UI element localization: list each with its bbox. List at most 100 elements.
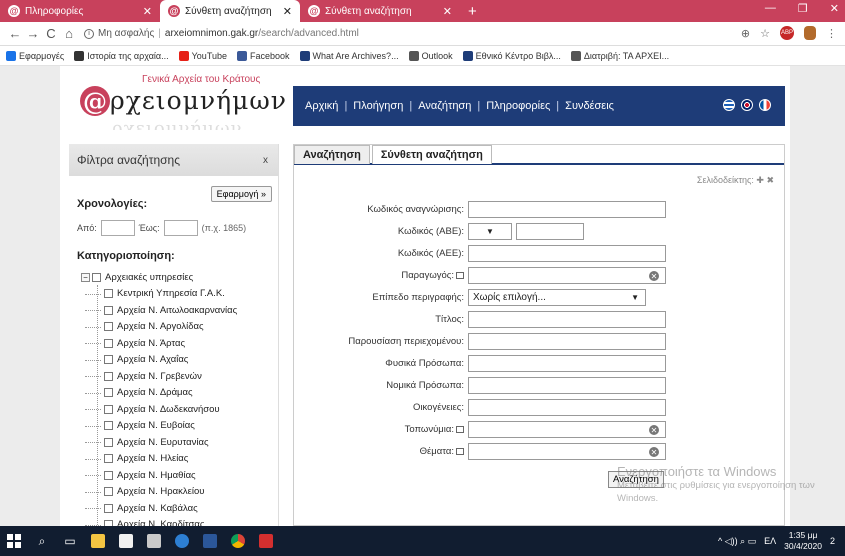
tree-item[interactable]: Κεντρική Υπηρεσία Γ.Α.Κ. [81,286,277,303]
aee-code-input[interactable] [468,245,666,262]
maximize-icon[interactable]: ❐ [798,2,808,15]
checkbox[interactable] [104,355,113,365]
scope-input[interactable] [468,333,666,350]
store-icon[interactable] [112,526,140,556]
tree-root[interactable]: − Αρχειακές υπηρεσίες [81,269,277,286]
tab-simple-search[interactable]: Αναζήτηση [294,145,370,164]
nav-item-3[interactable]: Πληροφορίες [486,100,550,112]
new-tab-button[interactable]: + [460,0,485,22]
clock[interactable]: 1:35 μμ 30/4/2020 [784,530,822,552]
file-explorer-icon[interactable] [84,526,112,556]
minimize-icon[interactable]: — [765,2,776,15]
families-input[interactable] [468,399,666,416]
bookmark-item[interactable]: What Are Archives?... [299,50,399,61]
collapse-icon[interactable]: − [81,272,90,282]
checkbox[interactable] [104,289,113,299]
clear-icon[interactable]: ✕ [649,425,659,435]
level-select[interactable]: Χωρίς επιλογή... ▼ [468,289,646,306]
edge-icon[interactable] [168,526,196,556]
tray-icons[interactable]: ^ ◁)) ⌕ ▭ [718,536,756,547]
id-code-input[interactable] [468,201,666,218]
tab-advanced-search[interactable]: Σύνθετη αναζήτηση [371,145,492,164]
subjects-input[interactable]: ✕ [468,443,666,460]
bookmark-item[interactable]: YouTube [178,50,227,61]
tree-item[interactable]: Αρχεία Ν. Ηλείας [81,451,277,468]
home-icon[interactable]: ⌂ [60,26,78,41]
clear-icon[interactable]: ✕ [649,271,659,281]
to-year-input[interactable] [163,220,198,236]
language-indicator[interactable]: ΕΛ [764,536,776,546]
checkbox[interactable] [104,503,113,513]
pdf-reader-icon[interactable] [252,526,280,556]
profile-avatar-icon[interactable] [804,26,816,40]
abe-code-input[interactable] [516,223,584,240]
external-window-icon[interactable] [456,448,464,455]
forward-icon[interactable]: → [24,26,42,41]
nav-item-1[interactable]: Πλοήγηση [353,100,403,112]
nav-item-4[interactable]: Συνδέσεις [565,100,614,112]
menu-icon[interactable]: ⋮ [826,27,837,40]
french-flag-icon[interactable] [759,99,771,111]
tree-item[interactable]: Αρχεία Ν. Ημαθίας [81,467,277,484]
omnibox[interactable]: i Μη ασφαλής | arxeiomnimon.gak.gr/searc… [84,25,359,43]
checkbox[interactable] [104,421,113,431]
tree-item[interactable]: Αρχεία Ν. Καβάλας [81,500,277,517]
checkbox[interactable] [104,338,113,348]
info-icon[interactable]: i [84,28,94,39]
checkbox[interactable] [104,305,113,315]
tree-item[interactable]: Αρχεία Ν. Ευβοίας [81,418,277,435]
external-window-icon[interactable] [456,426,464,433]
checkbox[interactable] [104,404,113,414]
tree-item[interactable]: Αρχεία Ν. Γρεβενών [81,368,277,385]
chrome-icon[interactable] [224,526,252,556]
close-filters-icon[interactable]: x [263,155,268,166]
greek-flag-icon[interactable] [723,99,735,111]
checkbox[interactable] [104,470,113,480]
reload-icon[interactable]: C [42,26,60,41]
bookmark-item[interactable]: Outlook [408,50,453,61]
task-view-icon[interactable]: ▭ [56,526,84,556]
browser-tab-advanced-search-2[interactable]: @ Σύνθετη αναζήτηση ✕ [300,0,460,22]
tree-item[interactable]: Αρχεία Ν. Αχαΐας [81,352,277,369]
abe-code-select[interactable]: ▼ [468,223,512,240]
checkbox[interactable] [104,388,113,398]
bookmark-item[interactable]: Εθνικό Κέντρο Βιβλ... [462,50,561,61]
notifications-icon[interactable]: 2 [830,536,835,546]
persons-input[interactable] [468,355,666,372]
legal-entities-input[interactable] [468,377,666,394]
site-logo[interactable]: Γενικά Αρχεία του Κράτους @ ρχειομνήμων … [70,68,290,134]
tree-item[interactable]: Αρχεία Ν. Αργολίδας [81,319,277,336]
checkbox[interactable] [104,322,113,332]
checkbox[interactable] [104,371,113,381]
from-year-input[interactable] [100,220,135,236]
bookmark-item[interactable]: Facebook [237,50,290,61]
checkbox[interactable] [104,454,113,464]
word-icon[interactable] [196,526,224,556]
bookmark-item[interactable]: Ιστορία της αρχαία... [74,50,169,61]
checkbox[interactable] [92,272,101,282]
close-tab-icon[interactable]: ✕ [443,5,452,18]
windows-start-icon[interactable] [0,526,28,556]
tree-item[interactable]: Αρχεία Ν. Δωδεκανήσου [81,401,277,418]
browser-tab-advanced-search[interactable]: @ Σύνθετη αναζήτηση ✕ [160,0,300,22]
checkbox[interactable] [104,487,113,497]
back-icon[interactable]: ← [6,26,24,41]
mail-app-icon[interactable] [140,526,168,556]
producer-input[interactable]: ✕ [468,267,666,284]
tree-item[interactable]: Αρχεία Ν. Δράμας [81,385,277,402]
title-input[interactable] [468,311,666,328]
close-window-icon[interactable]: ✕ [830,2,839,15]
bookmark-item[interactable]: Εφαρμογές [6,50,64,61]
close-tab-icon[interactable]: ✕ [143,5,152,18]
tree-item[interactable]: Αρχεία Ν. Άρτας [81,335,277,352]
checkbox[interactable] [104,437,113,447]
tree-item[interactable]: Αρχεία Ν. Αιτωλοακαρνανίας [81,302,277,319]
places-input[interactable]: ✕ [468,421,666,438]
external-window-icon[interactable] [456,272,464,279]
adblock-icon[interactable]: ABP [780,26,794,40]
browser-tab-info[interactable]: @ Πληροφορίες ✕ [0,0,160,22]
nav-item-2[interactable]: Αναζήτηση [418,100,471,112]
tree-item[interactable]: Αρχεία Ν. Ηρακλείου [81,484,277,501]
zoom-icon[interactable]: ⊕ [741,27,750,40]
bookmark-item[interactable]: Διατριβή: ΤΑ ΑΡΧΕΙ... [570,50,669,61]
